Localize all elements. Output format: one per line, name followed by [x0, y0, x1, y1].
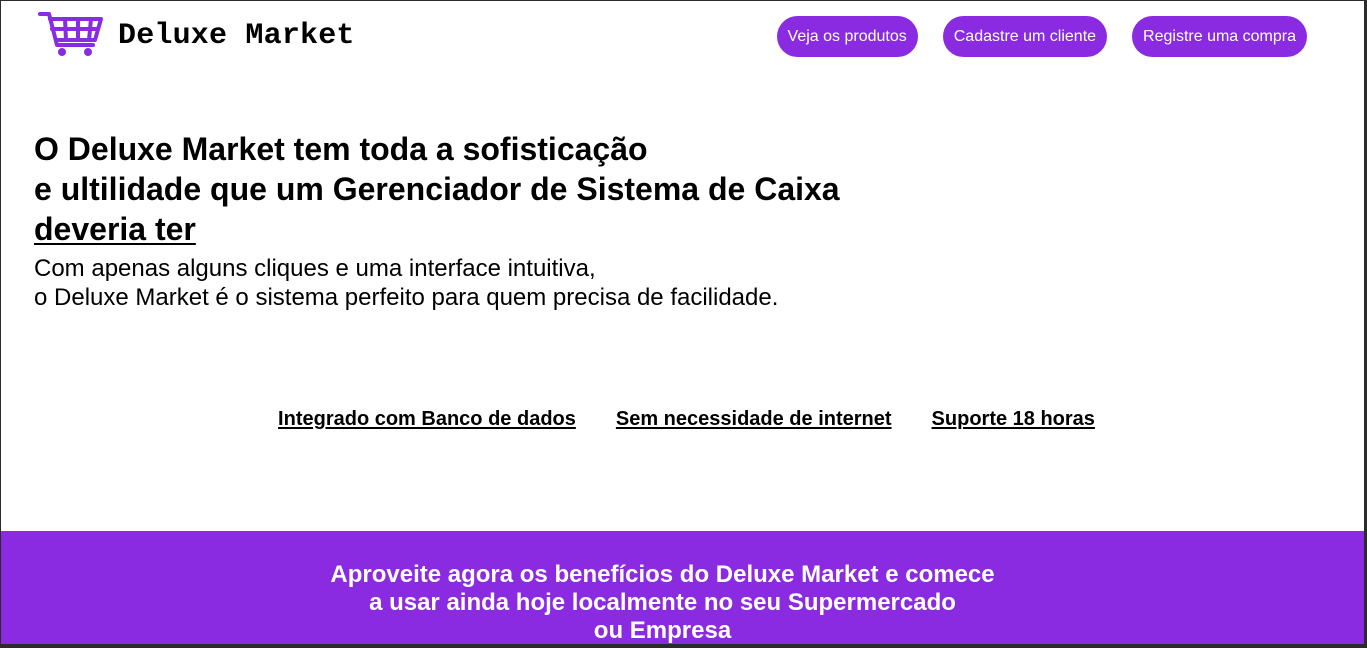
feature-offline[interactable]: Sem necessidade de internet	[616, 408, 892, 431]
header: Deluxe Market Veja os produtos Cadastre …	[1, 1, 1364, 81]
hero: O Deluxe Market tem toda a sofisticação …	[34, 129, 840, 312]
footer-line1: Aproveite agora os benefícios do Deluxe …	[330, 561, 995, 588]
feature-database[interactable]: Integrado com Banco de dados	[278, 408, 576, 431]
footer-line3: ou Empresa	[593, 617, 732, 644]
footer-text: Aproveite agora os benefícios do Deluxe …	[1, 561, 1364, 644]
nav-register-client-button[interactable]: Cadastre um cliente	[942, 16, 1108, 57]
brand-name: Deluxe Market	[118, 19, 355, 53]
nav-register-purchase-button[interactable]: Registre uma compra	[1132, 16, 1307, 57]
features-list: Integrado com Banco de dados Sem necessi…	[1, 408, 1364, 431]
hero-title-line1: O Deluxe Market tem toda a sofisticação	[34, 131, 648, 167]
hero-title-line3: deveria ter	[34, 211, 196, 247]
hero-title-line2: e ultilidade que um Gerenciador de Siste…	[34, 171, 840, 207]
page: Deluxe Market Veja os produtos Cadastre …	[1, 1, 1364, 644]
feature-support[interactable]: Suporte 18 horas	[932, 408, 1095, 431]
main-nav: Veja os produtos Cadastre um cliente Reg…	[776, 16, 1307, 57]
nav-products-button[interactable]: Veja os produtos	[776, 16, 918, 57]
hero-subtitle: Com apenas alguns cliques e uma interfac…	[34, 254, 840, 312]
footer-banner: Aproveite agora os benefícios do Deluxe …	[1, 531, 1364, 644]
brand[interactable]: Deluxe Market	[38, 10, 355, 58]
hero-subtitle-line2: o Deluxe Market é o sistema perfeito par…	[34, 284, 779, 311]
hero-title: O Deluxe Market tem toda a sofisticação …	[34, 129, 840, 249]
shopping-cart-icon	[38, 12, 103, 56]
footer-line2: a usar ainda hoje localmente no seu Supe…	[369, 589, 956, 616]
hero-subtitle-line1: Com apenas alguns cliques e uma interfac…	[34, 255, 596, 282]
